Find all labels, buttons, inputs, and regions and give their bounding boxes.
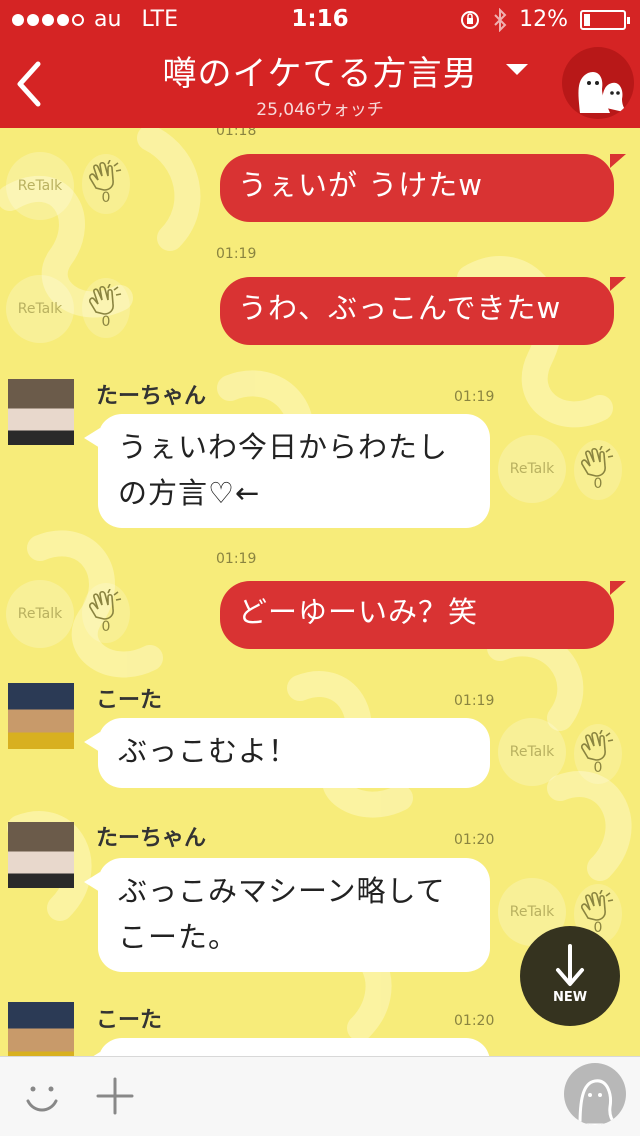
message-line: うぇいわ今日からわたし — [118, 430, 449, 464]
back-button[interactable] — [14, 60, 54, 110]
orientation-lock-icon — [461, 10, 480, 29]
clap-icon — [581, 446, 614, 477]
clap-icon — [89, 160, 122, 191]
sender-name: たーちゃん — [96, 826, 207, 851]
status-bar: au LTE 1:16 12% — [0, 0, 640, 40]
add-attachment-button[interactable] — [96, 1075, 134, 1117]
message-time: 01:19 — [216, 551, 257, 567]
avatar[interactable] — [8, 822, 74, 888]
sender-name: こーた — [96, 688, 163, 713]
new-messages-button[interactable]: NEW — [520, 926, 620, 1026]
room-title[interactable]: 噂のイケてる方言男 — [110, 46, 530, 95]
message-bubble-incoming[interactable]: ぶっこみマシーン略して こーた。 — [84, 858, 490, 972]
message-bubble-incoming[interactable] — [84, 1038, 490, 1056]
ghost-mascot-icon — [578, 71, 628, 113]
chat-area[interactable]: 01:18 ReTalk 0 うぇいが うけたw 01:19 ReTalk 0 … — [0, 128, 640, 1056]
message-time: 01:19 — [454, 389, 495, 405]
sender-name: こーた — [96, 1008, 163, 1033]
bluetooth-icon — [494, 7, 507, 32]
avatar[interactable] — [8, 683, 74, 749]
new-label: NEW — [552, 990, 588, 1005]
clap-button[interactable]: 0 — [574, 440, 622, 500]
profile-button[interactable] — [564, 1063, 626, 1125]
avatar[interactable] — [8, 1002, 74, 1056]
message-time: 01:19 — [216, 246, 257, 262]
message-bubble-outgoing[interactable]: うぇいが うけたw — [220, 154, 626, 222]
caret-down-icon[interactable] — [506, 64, 528, 75]
clap-count: 0 — [101, 190, 111, 206]
plus-icon — [96, 1077, 134, 1115]
clap-count: 0 — [101, 314, 111, 330]
message-bubble-outgoing[interactable]: うわ、ぶっこんできたw — [220, 277, 626, 345]
battery-icon — [580, 9, 630, 30]
clap-count: 0 — [593, 476, 603, 492]
message-line: ぶっこみマシーン略して — [118, 874, 446, 908]
chevron-left-icon — [17, 61, 41, 107]
retalk-button[interactable]: ReTalk — [6, 152, 74, 220]
ghost-profile-icon — [578, 1079, 619, 1125]
clap-count: 0 — [593, 760, 603, 776]
input-bar — [0, 1056, 640, 1136]
clap-count: 0 — [101, 619, 111, 635]
battery-percent: 12% — [519, 7, 568, 32]
message-time: 01:20 — [454, 1013, 495, 1029]
clap-button[interactable]: 0 — [82, 583, 130, 643]
watch-count: 25,046ウォッチ — [256, 100, 384, 120]
retalk-button[interactable]: ReTalk — [6, 580, 74, 648]
message-time: 01:18 — [216, 128, 257, 139]
message-line: こーた。 — [118, 920, 239, 954]
clap-icon — [581, 730, 614, 761]
retalk-button[interactable]: ReTalk — [498, 435, 566, 503]
retalk-button[interactable]: ReTalk — [498, 718, 566, 786]
emoji-button[interactable] — [22, 1077, 62, 1117]
message-line: の方言♡← — [118, 476, 261, 510]
smiley-icon — [26, 1086, 58, 1112]
clap-icon — [581, 890, 614, 921]
clap-button[interactable]: 0 — [574, 724, 622, 784]
clap-button[interactable]: 0 — [82, 154, 130, 214]
retalk-button[interactable]: ReTalk — [6, 275, 74, 343]
message-time: 01:20 — [454, 832, 495, 848]
sender-name: たーちゃん — [96, 384, 207, 409]
message-time: 01:19 — [454, 693, 495, 709]
clap-icon — [89, 589, 122, 620]
clap-icon — [89, 284, 122, 315]
message-bubble-incoming[interactable]: うぇいわ今日からわたし の方言♡← — [84, 414, 490, 528]
clap-button[interactable]: 0 — [82, 278, 130, 338]
mascot-menu-button[interactable] — [562, 47, 634, 119]
arrow-down-icon — [556, 944, 584, 986]
message-bubble-outgoing[interactable]: どーゆーいみ？笑 — [220, 581, 626, 649]
avatar[interactable] — [8, 379, 74, 445]
app-header: au LTE 1:16 12% 噂のイケてる方言男 25,046ウォッチ — [0, 0, 640, 128]
message-bubble-incoming[interactable]: ぶっこむよ！ — [84, 718, 490, 788]
